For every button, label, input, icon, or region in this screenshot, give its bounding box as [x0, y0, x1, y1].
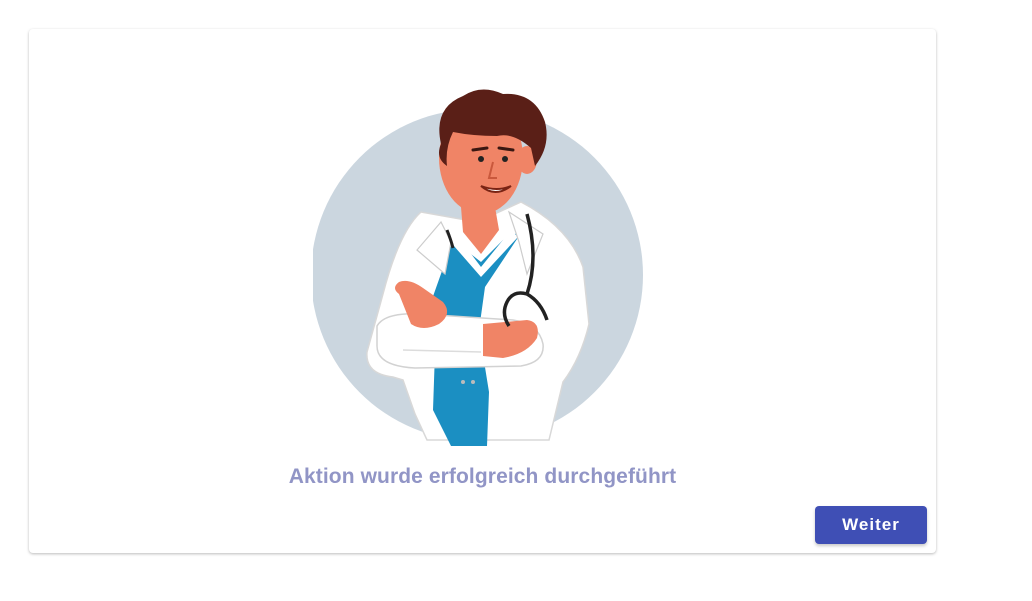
success-card: Aktion wurde erfolgreich durchgeführt We…: [29, 29, 936, 553]
doctor-illustration: [313, 62, 653, 452]
continue-button[interactable]: Weiter: [815, 506, 927, 544]
success-message: Aktion wurde erfolgreich durchgeführt: [288, 465, 677, 488]
